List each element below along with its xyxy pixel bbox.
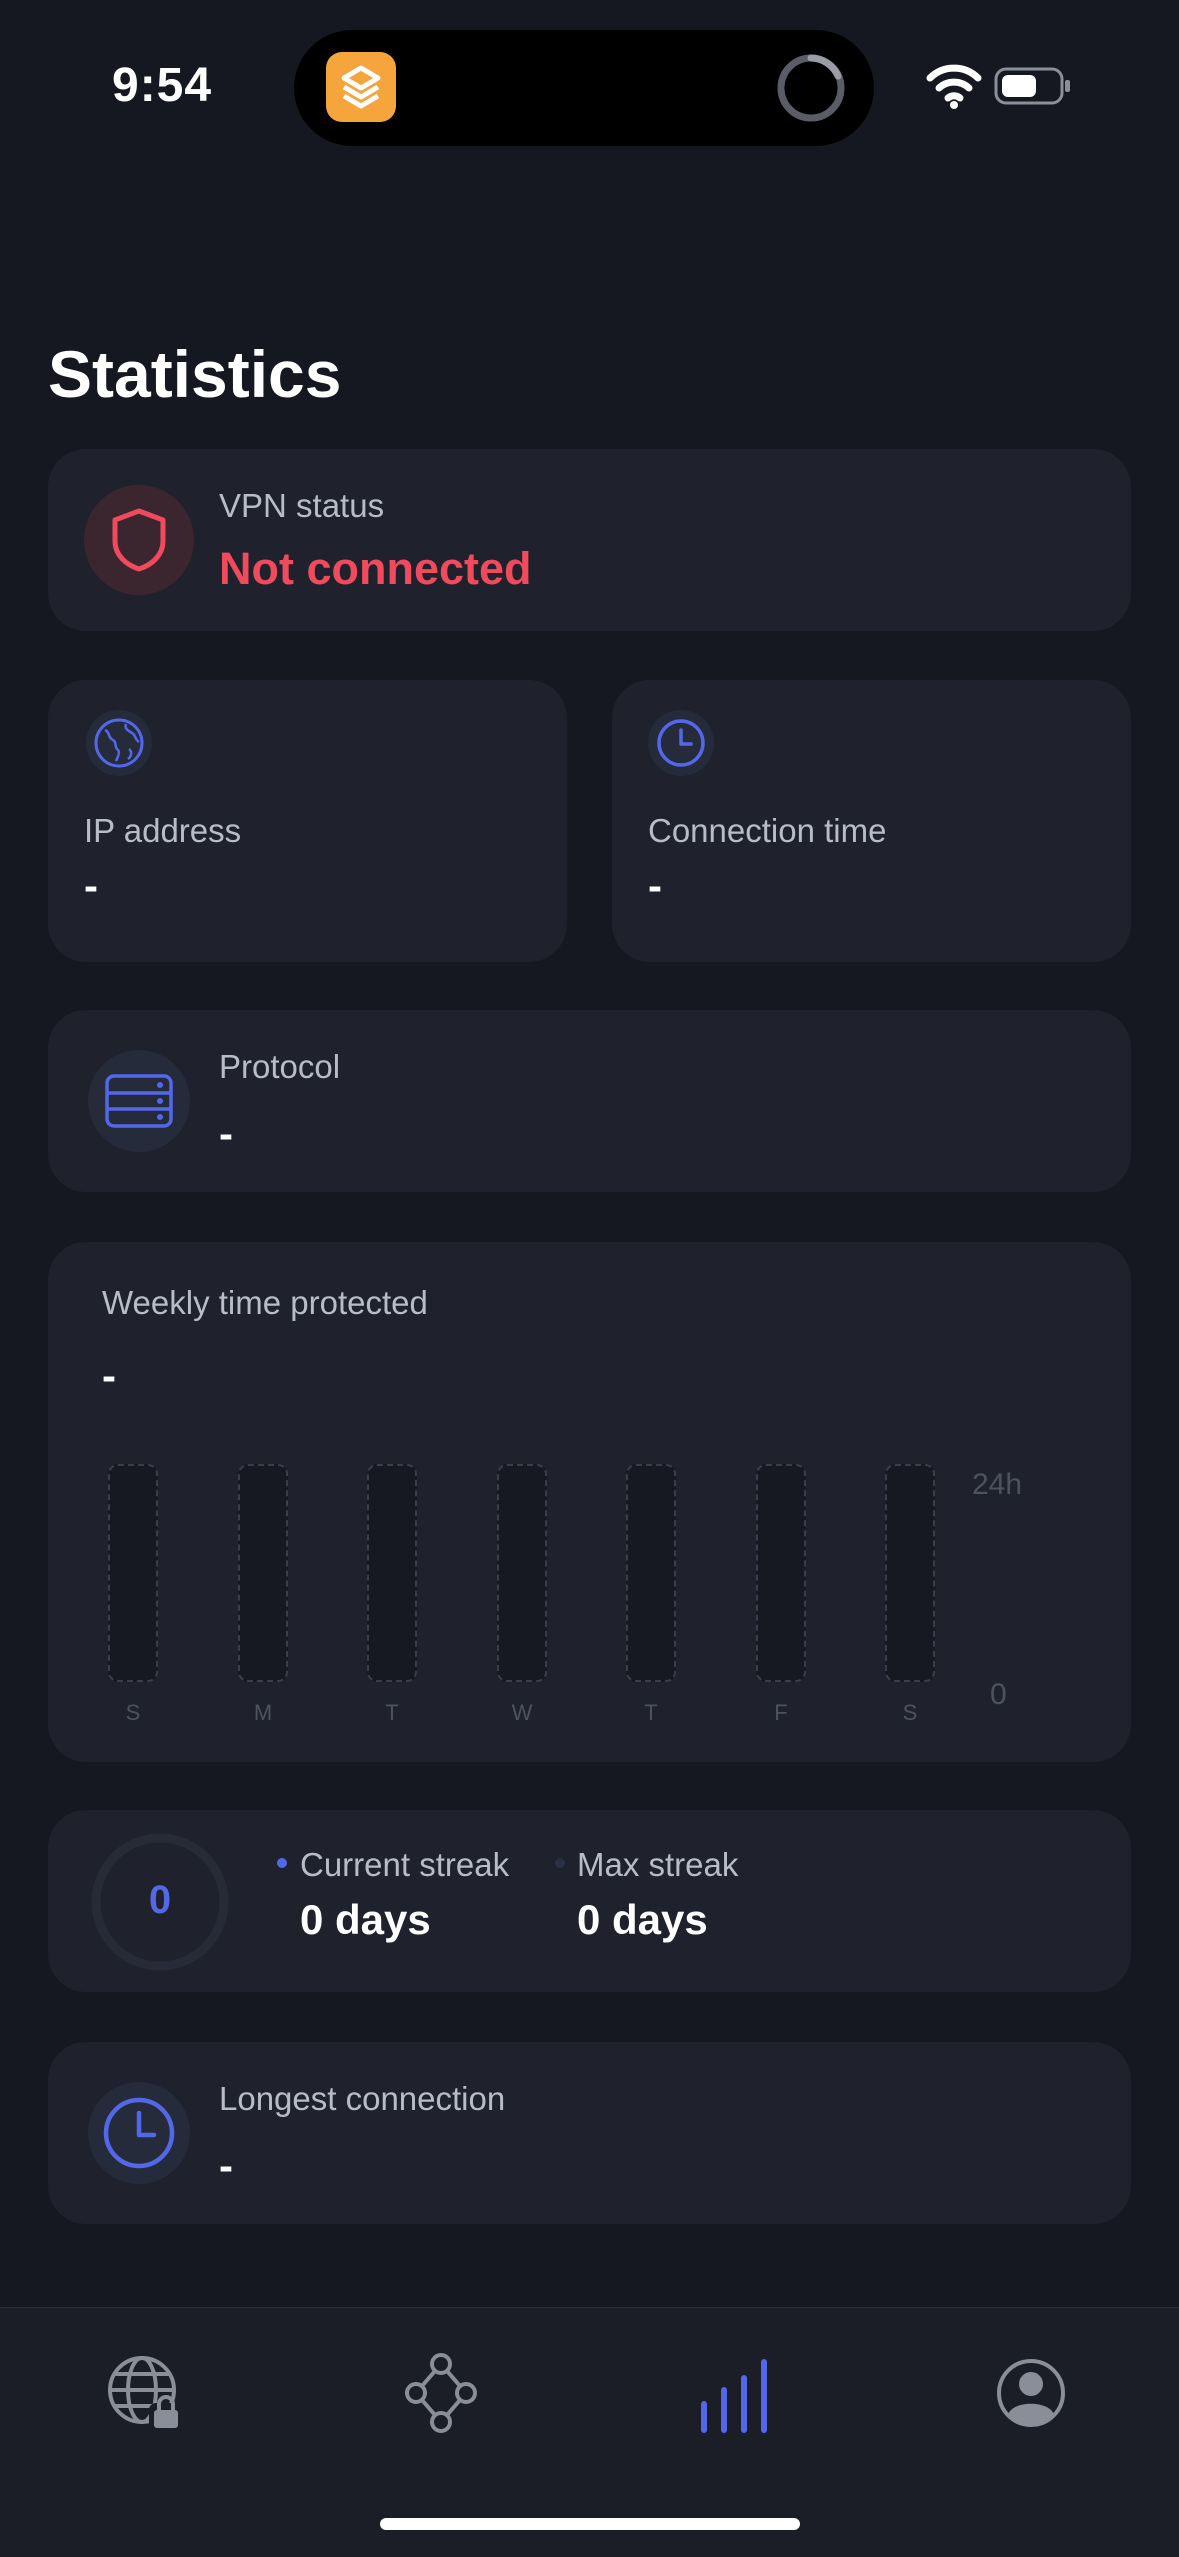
streak-ring-value: 0 <box>148 1878 172 1922</box>
weekly-bar <box>497 1464 547 1682</box>
weekly-bar <box>238 1464 288 1682</box>
server-icon <box>88 1050 190 1152</box>
y-axis-min-label: 0 <box>990 1678 1007 1711</box>
wifi-icon <box>926 64 982 109</box>
weekly-time-card: Weekly time protected - SMTWTFS 24h 0 <box>48 1242 1131 1762</box>
page-title: Statistics <box>48 337 342 411</box>
weekly-day-label: S <box>125 1700 141 1725</box>
streak-ring: 0 <box>90 1832 230 1972</box>
weekly-day-label: M <box>253 1700 273 1725</box>
clock-icon <box>88 2082 190 2184</box>
weekly-day-label: T <box>644 1700 658 1725</box>
weekly-day-label: S <box>902 1700 918 1725</box>
profile-icon <box>997 2359 1065 2427</box>
weekly-day-label: W <box>511 1700 533 1725</box>
vpn-status-value: Not connected <box>219 543 532 594</box>
vpn-status-label: VPN status <box>219 487 385 524</box>
protocol-card: Protocol - <box>48 1010 1131 1192</box>
current-streak-dot-icon <box>277 1858 287 1868</box>
vpn-status-card: VPN status Not connected <box>48 449 1131 631</box>
globe-icon <box>86 710 152 776</box>
globe-lock-icon <box>108 2356 183 2433</box>
current-streak-label: Current streak <box>300 1846 510 1883</box>
connection-time-label: Connection time <box>648 812 887 849</box>
connection-time-value: - <box>648 862 662 909</box>
weekly-bar <box>756 1464 806 1682</box>
weekly-day-label: T <box>385 1700 399 1725</box>
app-layers-icon <box>326 52 396 122</box>
protocol-label: Protocol <box>219 1048 341 1085</box>
max-streak-dot-icon <box>555 1858 565 1868</box>
max-streak-value: 0 days <box>577 1896 708 1943</box>
tab-locations[interactable] <box>100 2348 190 2438</box>
weekly-bar <box>367 1464 417 1682</box>
protocol-value: - <box>219 1110 233 1157</box>
max-streak-label: Max streak <box>577 1846 739 1883</box>
current-streak-value: 0 days <box>300 1896 431 1943</box>
tab-profile[interactable] <box>986 2348 1076 2438</box>
longest-connection-value: - <box>219 2142 233 2189</box>
longest-connection-card: Longest connection - <box>48 2042 1131 2224</box>
clock-icon <box>648 710 714 776</box>
home-indicator <box>380 2518 800 2530</box>
ip-address-label: IP address <box>84 812 242 849</box>
shield-icon <box>84 485 194 595</box>
weekly-day-label: F <box>774 1700 788 1725</box>
tab-statistics[interactable] <box>692 2348 782 2438</box>
ip-address-value: - <box>84 862 98 909</box>
longest-connection-label: Longest connection <box>219 2080 506 2117</box>
ip-address-card: IP address - <box>48 680 567 962</box>
weekly-bar <box>626 1464 676 1682</box>
weekly-bar <box>108 1464 158 1682</box>
loading-ring-icon <box>777 54 845 122</box>
battery-icon <box>994 67 1070 105</box>
weekly-bar <box>885 1464 935 1682</box>
y-axis-max-label: 24h <box>972 1468 1023 1501</box>
nodes-icon <box>405 2353 477 2433</box>
statistics-bars-icon <box>701 2359 767 2433</box>
streak-card: 0 Current streak 0 days Max streak 0 day… <box>48 1810 1131 1992</box>
connection-time-card: Connection time - <box>612 680 1131 962</box>
tab-servers[interactable] <box>396 2348 486 2438</box>
status-time: 9:54 <box>112 59 213 112</box>
weekly-chart: S M T W T F S 24h 0 <box>48 1242 1131 1762</box>
